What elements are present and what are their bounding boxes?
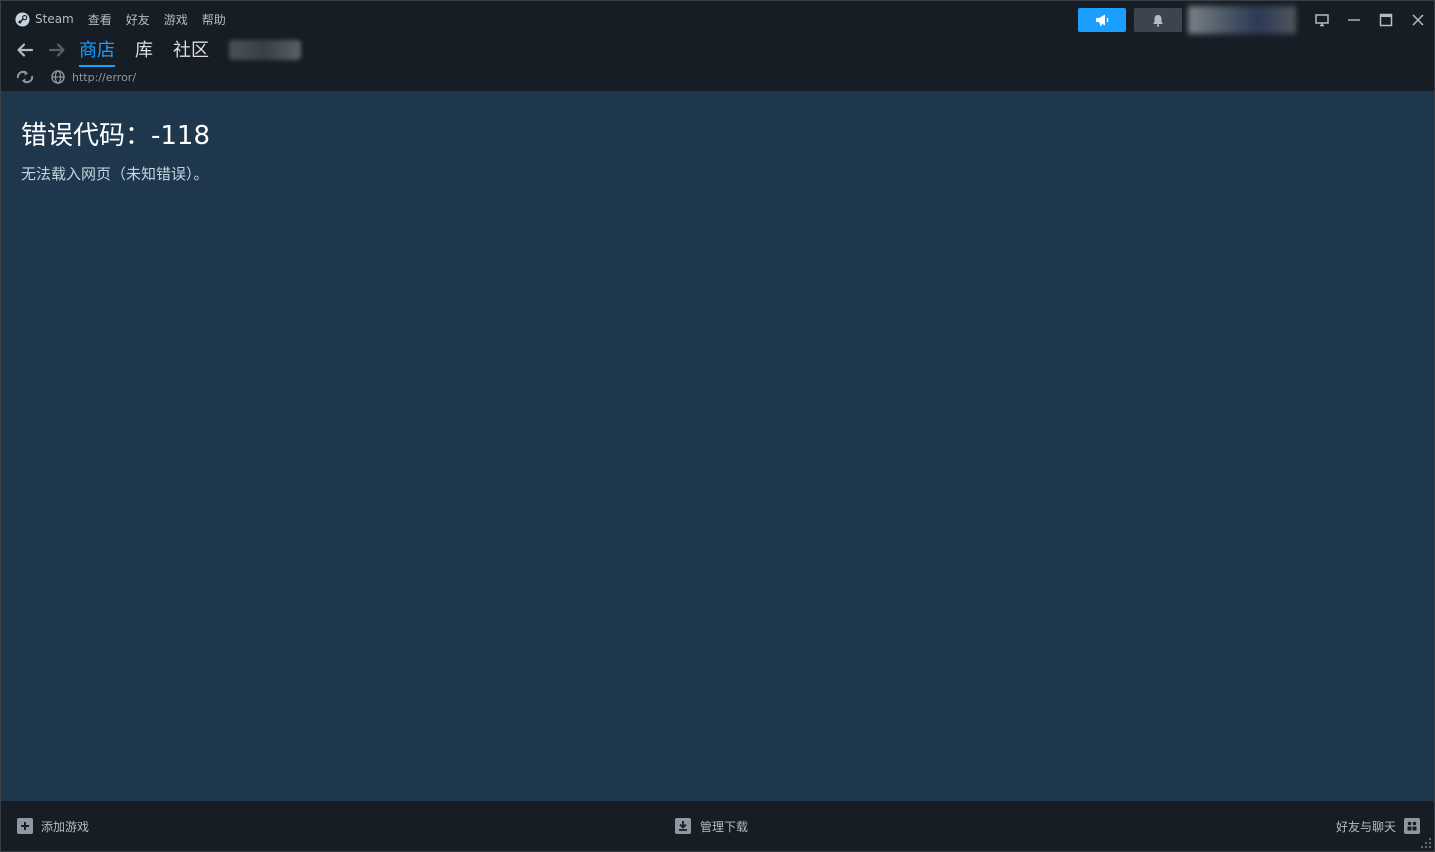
close-icon xyxy=(1412,14,1424,26)
bell-icon xyxy=(1153,14,1163,27)
reload-icon[interactable] xyxy=(15,69,35,85)
announcements-button[interactable] xyxy=(1078,8,1126,32)
resize-grip-icon[interactable] xyxy=(1418,835,1432,849)
menu-friends[interactable]: 好友 xyxy=(126,11,150,28)
menu-games[interactable]: 游戏 xyxy=(164,11,188,28)
big-picture-button[interactable] xyxy=(1306,8,1338,32)
back-button[interactable] xyxy=(15,40,35,60)
steam-window: Steam 查看 好友 游戏 帮助 商店 库 社区 http://error/ … xyxy=(0,0,1435,852)
notifications-button[interactable] xyxy=(1134,8,1182,32)
add-game-label: 添加游戏 xyxy=(41,819,90,834)
title-bar: Steam 查看 好友 游戏 帮助 商店 库 社区 http://error/ xyxy=(1,1,1434,91)
tab-user-profile[interactable] xyxy=(229,40,301,60)
manage-downloads-button[interactable]: 管理下载 xyxy=(675,817,748,835)
menu-steam[interactable]: Steam xyxy=(35,12,74,26)
friends-icon xyxy=(1404,818,1420,834)
error-message: 无法载入网页（未知错误）。 xyxy=(21,165,209,183)
maximize-icon xyxy=(1379,13,1393,27)
url-bar: http://error/ xyxy=(15,69,136,85)
account-menu[interactable] xyxy=(1188,6,1296,34)
navigation-row: 商店 库 社区 xyxy=(15,35,301,67)
tab-store[interactable]: 商店 xyxy=(79,36,115,67)
megaphone-icon xyxy=(1096,14,1109,26)
menu-help[interactable]: 帮助 xyxy=(202,11,226,28)
monitor-icon xyxy=(1315,14,1329,27)
menu-bar: Steam 查看 好友 游戏 帮助 xyxy=(15,10,240,28)
arrow-right-icon xyxy=(48,43,65,57)
minimize-button[interactable] xyxy=(1338,8,1370,32)
title-bar-controls xyxy=(1078,6,1434,34)
tab-library[interactable]: 库 xyxy=(135,36,153,65)
add-game-button[interactable]: 添加游戏 xyxy=(17,817,89,835)
tab-community[interactable]: 社区 xyxy=(173,36,209,65)
close-button[interactable] xyxy=(1402,8,1434,32)
friends-chat-label: 好友与聊天 xyxy=(1335,819,1396,834)
error-code-title: 错误代码：-118 xyxy=(21,121,211,151)
minimize-icon xyxy=(1348,19,1360,21)
friends-chat-button[interactable]: 好友与聊天 xyxy=(1336,817,1420,835)
menu-view[interactable]: 查看 xyxy=(88,11,112,28)
forward-button[interactable] xyxy=(47,40,67,60)
arrow-left-icon xyxy=(17,43,34,57)
plus-icon xyxy=(17,818,33,834)
browser-content: 错误代码：-118 无法载入网页（未知错误）。 xyxy=(1,91,1434,801)
url-text[interactable]: http://error/ xyxy=(72,71,136,84)
manage-downloads-label: 管理下载 xyxy=(700,819,749,834)
maximize-button[interactable] xyxy=(1370,8,1402,32)
globe-icon xyxy=(51,70,65,84)
bottom-bar: 添加游戏 管理下载 好友与聊天 xyxy=(1,801,1434,851)
download-icon xyxy=(675,818,691,834)
steam-logo-icon xyxy=(15,11,30,27)
